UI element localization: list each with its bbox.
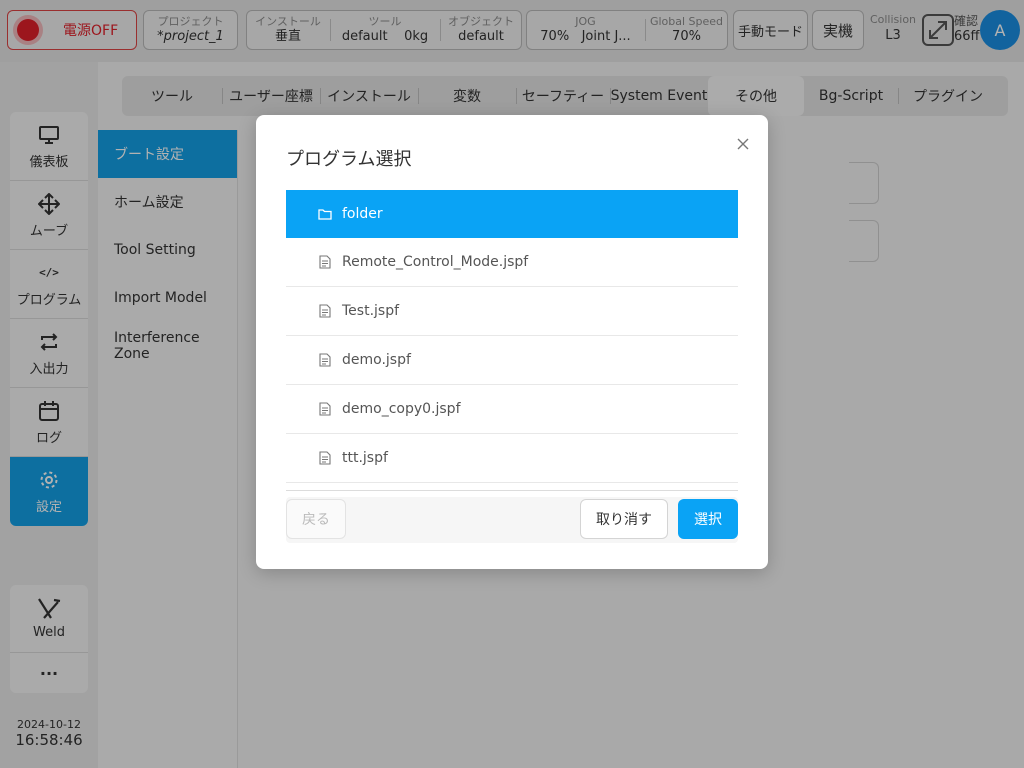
file-name: folder [342, 206, 383, 222]
footer-band [286, 497, 738, 543]
file-name: demo.jspf [342, 352, 411, 368]
dialog-title: プログラム選択 [286, 149, 412, 170]
document-icon [318, 451, 332, 465]
folder-icon [318, 207, 332, 221]
program-select-dialog: プログラム選択 folder Remote_Control_Mode.jspf … [256, 115, 768, 569]
document-icon [318, 353, 332, 367]
list-item-folder[interactable]: folder [286, 190, 738, 238]
list-item-file[interactable]: demo_copy0.jspf [286, 385, 738, 434]
list-item-file[interactable]: ttt.jspf [286, 434, 738, 483]
document-icon [318, 402, 332, 416]
file-name: Test.jspf [342, 303, 400, 319]
close-icon[interactable] [734, 135, 752, 153]
back-button[interactable]: 戻る [286, 499, 346, 539]
file-name: demo_copy0.jspf [342, 401, 461, 417]
list-item-file[interactable]: Test.jspf [286, 287, 738, 336]
file-list: folder Remote_Control_Mode.jspf Test.jsp… [286, 190, 738, 488]
document-icon [318, 304, 332, 318]
file-name: Remote_Control_Mode.jspf [342, 254, 529, 270]
list-item-file[interactable]: Remote_Control_Mode.jspf [286, 238, 738, 287]
list-item-file[interactable]: demo.jspf [286, 336, 738, 385]
footer-divider [286, 490, 738, 491]
file-name: ttt.jspf [342, 450, 388, 466]
cancel-button[interactable]: 取り消す [580, 499, 668, 539]
document-icon [318, 255, 332, 269]
select-button[interactable]: 選択 [678, 499, 738, 539]
